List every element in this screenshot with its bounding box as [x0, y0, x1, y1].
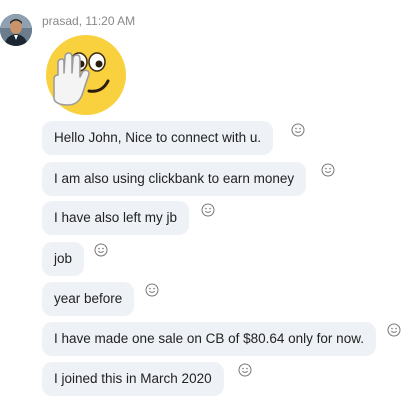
waving-face-emoji-icon	[44, 33, 128, 117]
smiley-reaction-icon[interactable]	[291, 123, 305, 137]
smiley-reaction-icon[interactable]	[145, 283, 159, 297]
smiley-reaction-icon[interactable]	[201, 203, 215, 217]
smiley-reaction-icon[interactable]	[387, 323, 401, 337]
smiley-reaction-icon[interactable]	[321, 163, 335, 177]
smiley-reaction-icon[interactable]	[94, 243, 108, 257]
message-bubble[interactable]: job	[42, 242, 85, 276]
smiley-reaction-icon[interactable]	[238, 363, 252, 377]
message-bubble[interactable]: I have made one sale on CB of $80.64 onl…	[42, 322, 376, 356]
message-bubble[interactable]: I am also using clickbank to earn money	[42, 162, 307, 196]
message-bubble[interactable]: Hello John, Nice to connect with u.	[42, 121, 274, 155]
message-sender-time: prasad, 11:20 AM	[42, 14, 136, 28]
message-bubble[interactable]: I joined this in March 2020	[42, 362, 224, 396]
user-avatar-icon	[0, 14, 32, 46]
sender-avatar[interactable]	[0, 14, 32, 46]
message-bubble[interactable]: year before	[42, 282, 135, 316]
message-bubble[interactable]: I have also left my jb	[42, 201, 190, 235]
